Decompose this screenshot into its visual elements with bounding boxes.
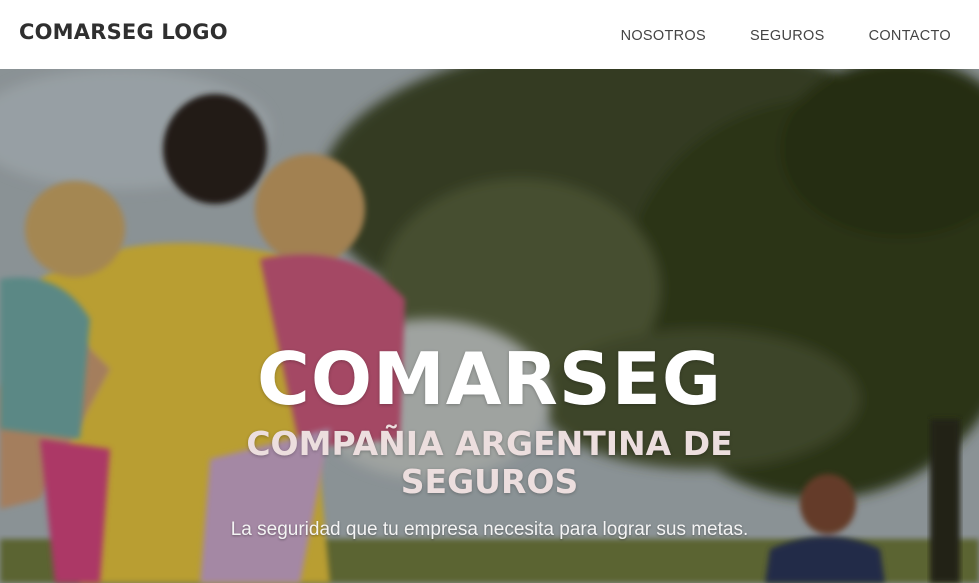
navbar: COMARSEG LOGO NOSOTROS SEGUROS CONTACTO [0, 0, 979, 69]
nav-link-nosotros[interactable]: NOSOTROS [621, 28, 706, 44]
site-logo[interactable]: COMARSEG LOGO [19, 20, 228, 44]
nav-menu: NOSOTROS SEGUROS CONTACTO [621, 28, 951, 44]
hero-section: COMARSEG COMPAÑIA ARGENTINA DE SEGUROS L… [0, 69, 979, 583]
hero-title: COMARSEG [257, 337, 722, 421]
hero-content: COMARSEG COMPAÑIA ARGENTINA DE SEGUROS L… [0, 339, 979, 541]
nav-link-seguros[interactable]: SEGUROS [750, 28, 825, 44]
nav-link-contacto[interactable]: CONTACTO [869, 28, 951, 44]
hero-tagline: La seguridad que tu empresa necesita par… [230, 519, 749, 540]
hero-subtitle: COMPAÑIA ARGENTINA DE SEGUROS [246, 424, 733, 501]
